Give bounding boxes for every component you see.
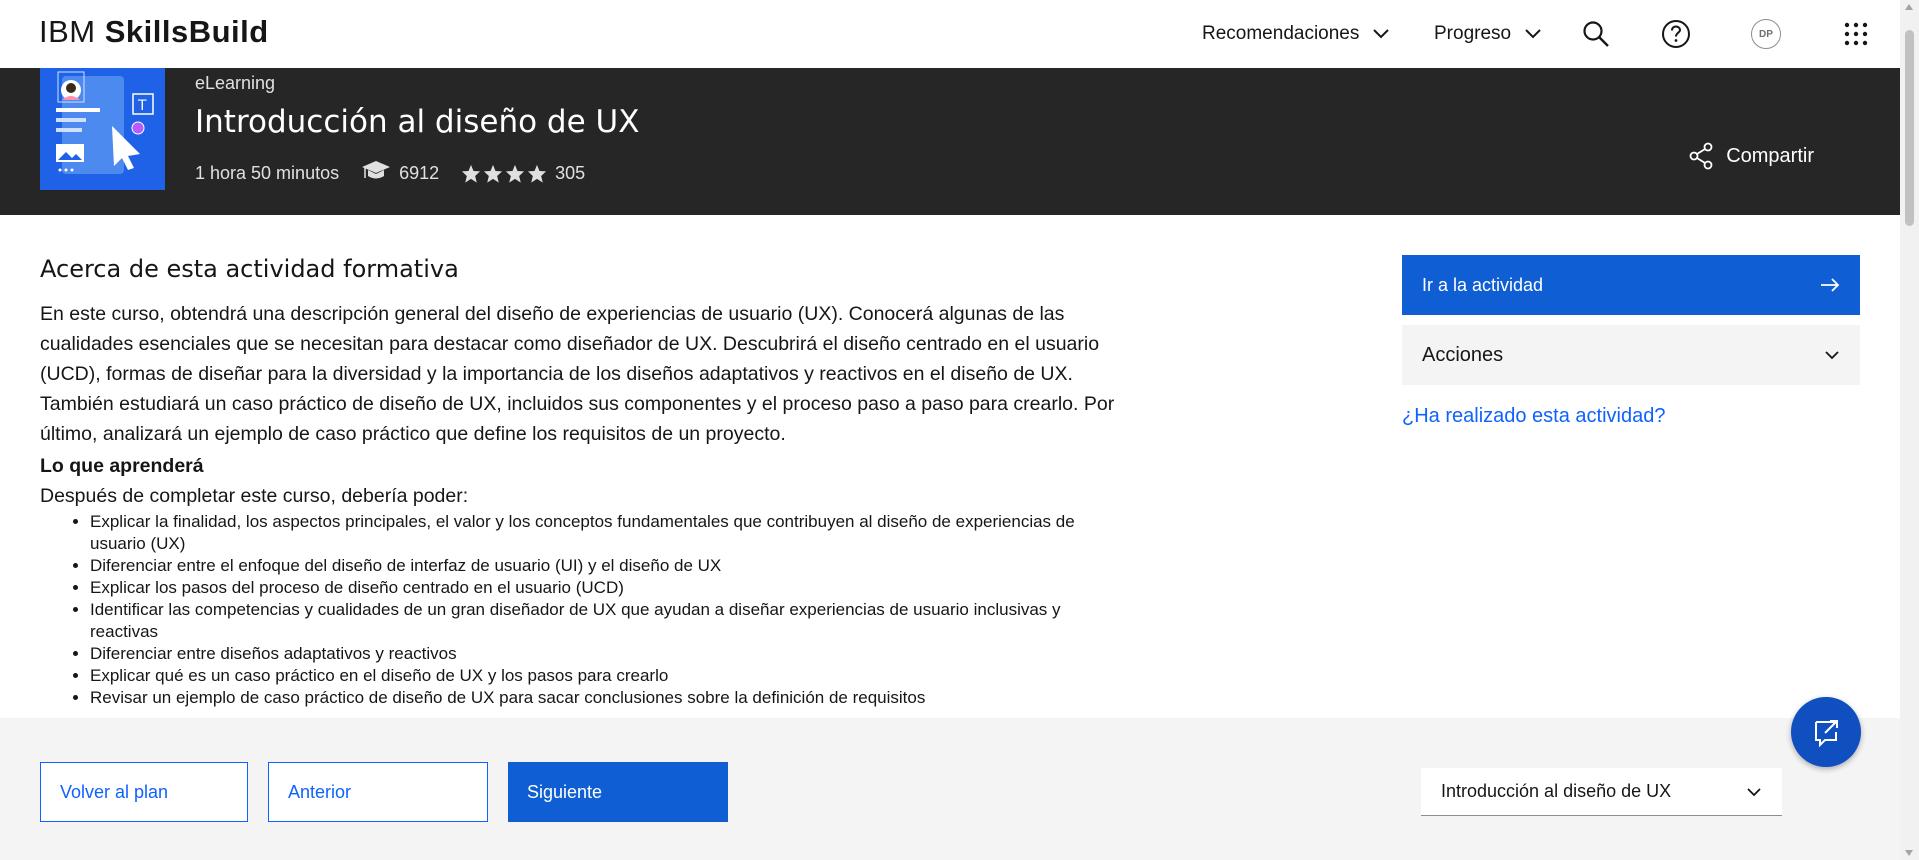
course-type: eLearning <box>195 73 276 93</box>
previous-button[interactable]: Anterior <box>268 762 488 822</box>
scroll-up-arrow-icon[interactable] <box>1905 4 1913 10</box>
scrollbar-thumb[interactable] <box>1905 30 1914 226</box>
course-thumbnail: T <box>40 68 165 190</box>
share-icon <box>1689 142 1713 170</box>
star-icon <box>462 164 481 183</box>
about-section: Acerca de esta actividad formativa En es… <box>40 255 1130 709</box>
brand-ibm: IBM <box>39 14 105 49</box>
avatar-initials: DP <box>1751 19 1781 49</box>
share-label: Compartir <box>1726 144 1814 167</box>
course-banner: T eLearning Introducción al diseño de UX… <box>0 68 1900 215</box>
svg-text:T: T <box>137 98 147 114</box>
user-avatar[interactable]: DP <box>1746 14 1786 54</box>
page-scrollbar[interactable] <box>1900 0 1919 860</box>
brand-logo[interactable]: IBM SkillsBuild <box>39 14 269 50</box>
activity-completed-link[interactable]: ¿Ha realizado esta actividad? <box>1402 405 1665 428</box>
outcome-item: Revisar un ejemplo de caso práctico de d… <box>90 687 1130 709</box>
outcome-item: Explicar los pasos del proceso de diseño… <box>90 577 1130 599</box>
outcome-item: Explicar qué es un caso práctico en el d… <box>90 665 1130 687</box>
chevron-down-icon <box>1747 787 1761 796</box>
scroll-down-arrow-icon[interactable] <box>1905 850 1913 856</box>
share-button[interactable]: Compartir <box>1688 142 1814 170</box>
next-button[interactable]: Siguiente <box>508 762 728 822</box>
course-select-value: Introducción al diseño de UX <box>1441 781 1672 801</box>
app-switcher-icon[interactable] <box>1836 14 1876 54</box>
go-to-activity-label: Ir a la actividad <box>1422 274 1544 295</box>
learning-outcomes: Explicar la finalidad, los aspectos prin… <box>90 511 1130 709</box>
graduation-cap-icon <box>361 160 391 187</box>
brand-skillsbuild: SkillsBuild <box>104 14 269 49</box>
chevron-down-icon <box>1825 351 1839 360</box>
course-select[interactable]: Introducción al diseño de UX <box>1421 768 1782 816</box>
course-meta: 1 hora 50 minutos 6912 305 <box>195 160 585 187</box>
outcome-item: Diferenciar entre el enfoque del diseño … <box>90 555 1130 577</box>
actions-dropdown[interactable]: Acciones <box>1402 325 1860 385</box>
arrow-right-icon <box>1821 278 1840 292</box>
about-title: Acerca de esta actividad formativa <box>40 255 459 283</box>
search-icon[interactable] <box>1576 14 1616 54</box>
chevron-down-icon <box>1525 23 1541 45</box>
rating-count: 305 <box>555 163 586 183</box>
chat-launch-icon <box>1815 720 1838 748</box>
top-header: IBM SkillsBuild Recomendaciones Progreso… <box>0 0 1900 68</box>
outcome-item: Explicar la finalidad, los aspectos prin… <box>90 511 1130 555</box>
chevron-down-icon <box>1373 23 1390 45</box>
star-icon <box>484 164 503 183</box>
chat-button[interactable] <box>1791 697 1861 767</box>
help-icon[interactable] <box>1656 14 1696 54</box>
star-icon <box>506 164 525 183</box>
nav-progreso[interactable]: Progreso <box>1434 0 1541 68</box>
nav-recomendaciones[interactable]: Recomendaciones <box>1202 0 1390 68</box>
star-icon <box>528 164 547 183</box>
go-to-activity-button[interactable]: Ir a la actividad <box>1402 255 1860 315</box>
nav-progreso-label: Progreso <box>1434 23 1512 44</box>
about-description: En este curso, obtendrá una descripción … <box>40 303 1115 445</box>
outcome-item: Diferenciar entre diseños adaptativos y … <box>90 643 1130 665</box>
course-duration: 1 hora 50 minutos <box>195 163 340 183</box>
learn-intro: Después de completar este curso, debería… <box>40 485 469 507</box>
enrolled-count: 6912 <box>399 163 440 183</box>
nav-recomendaciones-label: Recomendaciones <box>1202 23 1360 44</box>
rating-stars <box>461 164 547 183</box>
outcome-item: Identificar las competencias y cualidade… <box>90 599 1130 643</box>
course-title: Introducción al diseño de UX <box>195 104 640 140</box>
actions-label: Acciones <box>1422 343 1504 366</box>
learn-heading: Lo que aprenderá <box>40 455 204 477</box>
back-to-plan-button[interactable]: Volver al plan <box>40 762 248 822</box>
bottom-navigation: Volver al plan Anterior Siguiente Introd… <box>0 718 1900 860</box>
